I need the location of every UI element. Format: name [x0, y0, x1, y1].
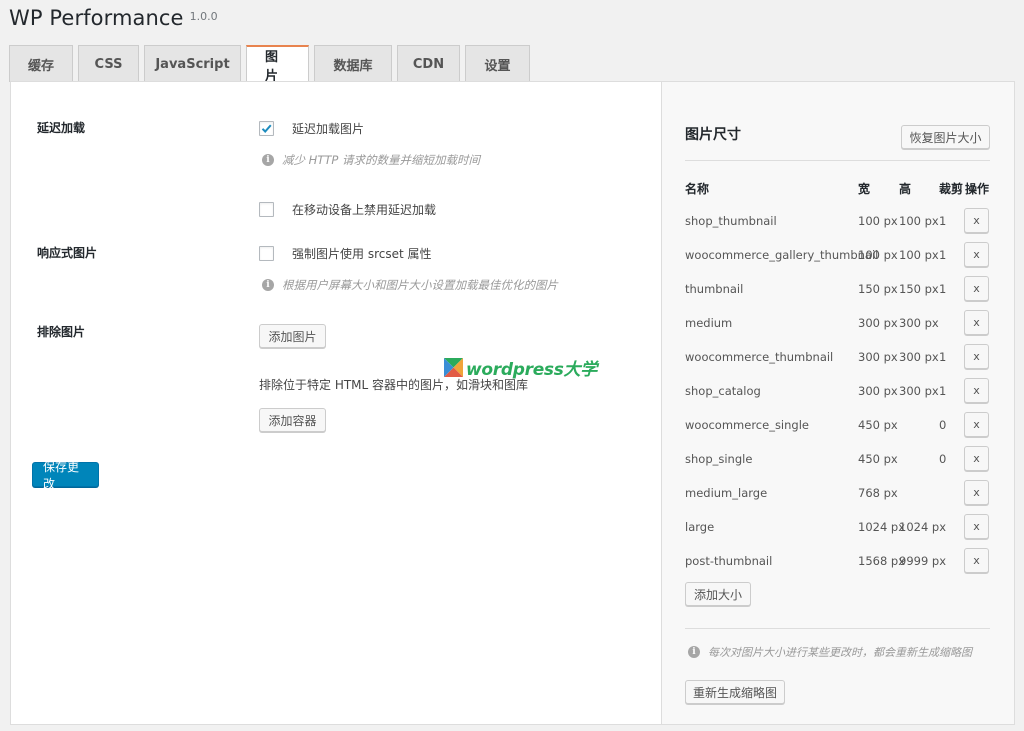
app-title: WP Performance	[9, 6, 184, 30]
size-name: shop_thumbnail	[685, 214, 777, 228]
size-width: 300 px	[858, 384, 898, 398]
srcset-checkbox[interactable]	[259, 246, 274, 261]
regenerate-thumbnails-button[interactable]: 重新生成缩略图	[685, 680, 785, 704]
size-name: medium_large	[685, 486, 768, 500]
srcset-option-label: 强制图片使用 srcset 属性	[292, 247, 432, 261]
size-width: 450 px	[858, 418, 898, 432]
tab-javascript[interactable]: JavaScript	[144, 45, 241, 82]
size-height: 300 px	[899, 384, 939, 398]
checkmark-icon	[261, 124, 272, 133]
mobile-lazy-load-label: 在移动设备上禁用延迟加载	[292, 203, 437, 217]
lazy-load-hint-text: 减少 HTTP 请求的数量并缩短加载时间	[282, 153, 480, 167]
app-version: 1.0.0	[189, 10, 218, 23]
add-image-button[interactable]: 添加图片	[259, 324, 326, 348]
delete-size-button[interactable]: x	[964, 412, 989, 437]
image-sizes-sidebar: 图片尺寸 恢复图片大小 名称 宽 高 裁剪 操作 shop_thumbnail 1…	[662, 81, 1015, 725]
delete-size-button[interactable]: x	[964, 548, 989, 573]
size-name: shop_single	[685, 452, 753, 466]
delete-size-button[interactable]: x	[964, 446, 989, 471]
delete-size-button[interactable]: x	[964, 242, 989, 267]
regenerate-note-text: 每次对图片大小进行某些更改时，都会重新生成缩略图	[708, 646, 972, 659]
size-name: shop_catalog	[685, 384, 761, 398]
regenerate-note: i 每次对图片大小进行某些更改时，都会重新生成缩略图	[688, 644, 972, 660]
size-crop: 1	[939, 384, 947, 398]
size-name: woocommerce_single	[685, 418, 809, 432]
delete-size-button[interactable]: x	[964, 208, 989, 233]
tab-bar: 缓存 CSS JavaScript 图片 数据库 CDN 设置	[9, 45, 535, 84]
size-height: 300 px	[899, 350, 939, 364]
delete-size-button[interactable]: x	[964, 310, 989, 335]
delete-size-button[interactable]: x	[964, 480, 989, 505]
page-header: WP Performance 1.0.0	[9, 6, 218, 34]
lazy-load-label: 延迟加载	[37, 121, 86, 135]
size-width: 300 px	[858, 316, 898, 330]
delete-size-button[interactable]: x	[964, 276, 989, 301]
size-crop: 1	[939, 214, 947, 228]
size-width: 100 px	[858, 248, 898, 262]
size-name: woocommerce_gallery_thumbnail	[685, 248, 879, 262]
add-size-button[interactable]: 添加大小	[685, 582, 751, 606]
responsive-images-label: 响应式图片	[37, 246, 98, 260]
size-height: 100 px	[899, 248, 939, 262]
column-header-action: 操作	[965, 182, 990, 196]
exclude-images-label: 排除图片	[37, 325, 86, 339]
watermark-text: wordpress大学	[466, 360, 597, 380]
settings-panel: 延迟加载 延迟加载图片 i 减少 HTTP 请求的数量并缩短加载时间 在移动设备…	[10, 81, 662, 725]
column-header-width: 宽	[858, 182, 871, 196]
image-sizes-title: 图片尺寸	[685, 127, 741, 143]
responsive-hint: i 根据用户屏幕大小和图片大小设置加载最佳优化的图片	[262, 277, 558, 293]
size-crop: 0	[939, 418, 947, 432]
divider	[685, 160, 990, 161]
size-width: 150 px	[858, 282, 898, 296]
size-width: 1024 px	[858, 520, 906, 534]
size-height: 100 px	[899, 214, 939, 228]
size-height: 150 px	[899, 282, 939, 296]
size-width: 768 px	[858, 486, 898, 500]
column-header-height: 高	[899, 182, 912, 196]
add-container-button[interactable]: 添加容器	[259, 408, 326, 432]
size-height: 1024 px	[899, 520, 947, 534]
size-width: 1568 px	[858, 554, 906, 568]
size-width: 300 px	[858, 350, 898, 364]
tab-cache[interactable]: 缓存	[9, 45, 73, 82]
divider	[685, 628, 990, 629]
size-name: medium	[685, 316, 733, 330]
info-icon: i	[262, 279, 274, 291]
save-changes-button[interactable]: 保存更改	[32, 460, 99, 491]
size-name: large	[685, 520, 715, 534]
size-width: 100 px	[858, 214, 898, 228]
column-header-crop: 裁剪	[939, 182, 964, 196]
column-header-name: 名称	[685, 182, 710, 196]
tab-settings[interactable]: 设置	[465, 45, 530, 82]
size-crop: 0	[939, 452, 947, 466]
tab-cdn[interactable]: CDN	[397, 45, 460, 82]
tab-images[interactable]: 图片	[246, 45, 309, 84]
size-height: 300 px	[899, 316, 939, 330]
responsive-hint-text: 根据用户屏幕大小和图片大小设置加载最佳优化的图片	[282, 278, 558, 292]
watermark-logo: wordpress大学	[444, 355, 597, 380]
size-width: 450 px	[858, 452, 898, 466]
lazy-load-hint: i 减少 HTTP 请求的数量并缩短加载时间	[262, 152, 480, 168]
tab-css[interactable]: CSS	[78, 45, 139, 82]
size-crop: 1	[939, 248, 947, 262]
size-crop: 1	[939, 282, 947, 296]
delete-size-button[interactable]: x	[964, 344, 989, 369]
delete-size-button[interactable]: x	[964, 378, 989, 403]
size-crop: 1	[939, 350, 947, 364]
size-height: 9999 px	[899, 554, 947, 568]
lazy-load-checkbox[interactable]	[259, 121, 274, 136]
logo-icon	[444, 358, 463, 377]
tab-database[interactable]: 数据库	[314, 45, 392, 82]
lazy-load-option-label: 延迟加载图片	[292, 122, 365, 136]
size-name: post-thumbnail	[685, 554, 773, 568]
size-name: thumbnail	[685, 282, 744, 296]
info-icon: i	[688, 646, 700, 658]
info-icon: i	[262, 154, 274, 166]
delete-size-button[interactable]: x	[964, 514, 989, 539]
size-name: woocommerce_thumbnail	[685, 350, 834, 364]
mobile-lazy-load-checkbox[interactable]	[259, 202, 274, 217]
restore-image-sizes-button[interactable]: 恢复图片大小	[901, 125, 990, 149]
